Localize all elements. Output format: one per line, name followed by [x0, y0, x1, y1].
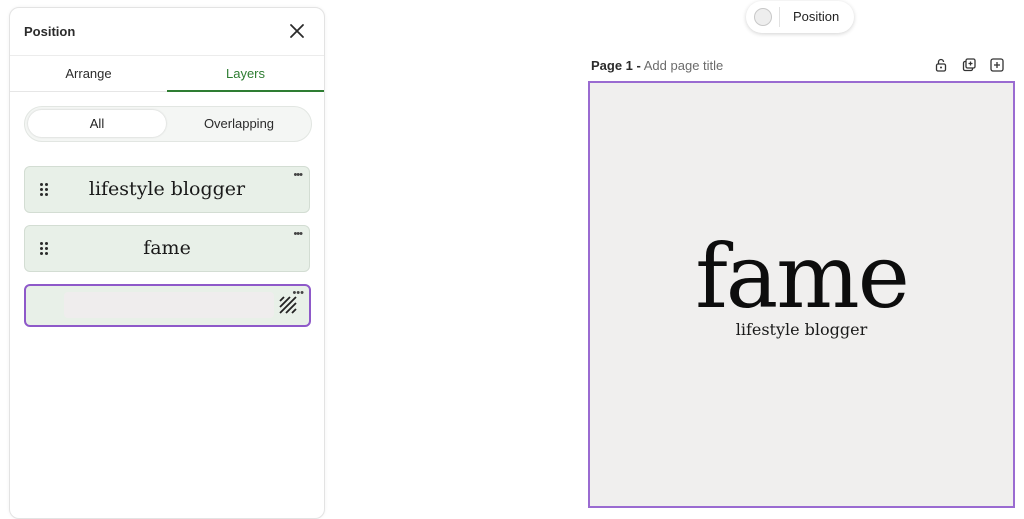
- panel-tabs: Arrange Layers: [10, 56, 324, 92]
- tab-layers[interactable]: Layers: [167, 56, 324, 92]
- layer-item-lifestyle-blogger[interactable]: lifestyle blogger •••: [24, 166, 310, 213]
- duplicate-page-icon[interactable]: [962, 58, 976, 72]
- page-number: Page 1 -: [591, 58, 641, 73]
- drag-handle-icon[interactable]: [40, 242, 50, 256]
- tab-arrange[interactable]: Arrange: [10, 56, 167, 91]
- close-icon[interactable]: [288, 22, 306, 40]
- layer-item-background[interactable]: •••: [24, 284, 311, 327]
- layer-item-fame[interactable]: fame •••: [24, 225, 310, 272]
- design-canvas[interactable]: fame lifestyle blogger: [588, 81, 1015, 508]
- filter-all-button[interactable]: All: [28, 110, 166, 137]
- color-swatch-icon: [754, 8, 772, 26]
- tagline-text[interactable]: lifestyle blogger: [590, 320, 1013, 339]
- divider: [779, 7, 780, 27]
- lock-icon[interactable]: [934, 58, 948, 72]
- more-options-icon[interactable]: •••: [292, 288, 304, 299]
- more-options-icon[interactable]: •••: [293, 229, 303, 240]
- panel-title: Position: [24, 24, 76, 39]
- layer-label: fame: [143, 237, 191, 259]
- position-button[interactable]: Position: [746, 1, 854, 33]
- add-page-icon[interactable]: [990, 58, 1004, 72]
- panel-header: Position: [10, 8, 324, 56]
- page-header: Page 1 - Add page title: [591, 58, 723, 73]
- filter-overlapping-button[interactable]: Overlapping: [170, 110, 308, 137]
- layer-filter-toggle: All Overlapping: [24, 106, 312, 142]
- headline-text[interactable]: fame: [590, 227, 1013, 327]
- position-panel: Position Arrange Layers All Overlapping …: [9, 7, 325, 519]
- layer-label: lifestyle blogger: [88, 178, 246, 200]
- more-options-icon[interactable]: •••: [293, 170, 303, 181]
- page-title-input[interactable]: Add page title: [644, 58, 724, 73]
- position-label: Position: [793, 9, 840, 24]
- drag-handle-icon[interactable]: [40, 183, 50, 197]
- background-thumbnail: [64, 292, 274, 318]
